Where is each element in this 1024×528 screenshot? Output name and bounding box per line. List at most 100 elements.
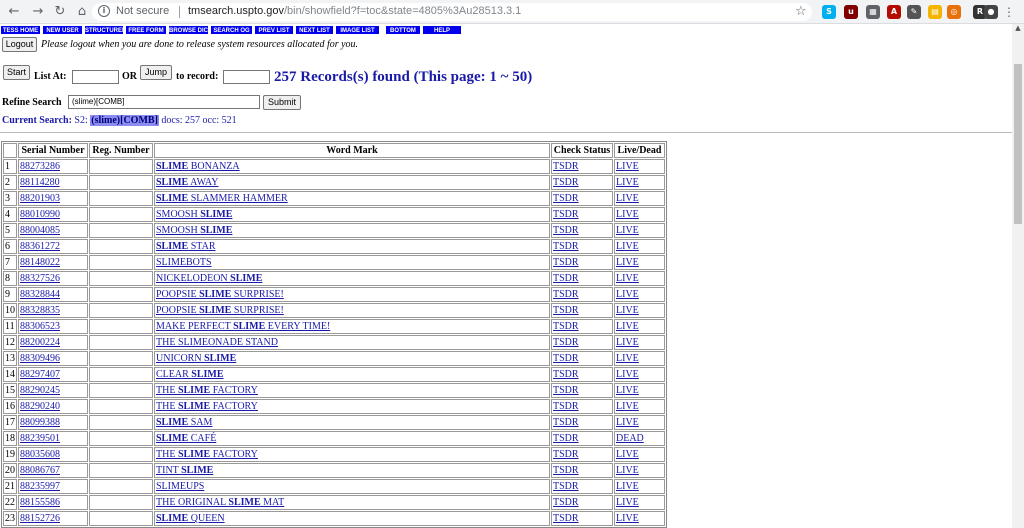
toolbar-button-search-og[interactable]: SEARCH OG	[210, 25, 253, 35]
tsdr-link[interactable]: TSDR	[553, 353, 579, 364]
to-record-input[interactable]	[223, 70, 270, 84]
serial-number-link[interactable]: 88309496	[20, 353, 60, 364]
tsdr-link[interactable]: TSDR	[553, 289, 579, 300]
tsdr-link[interactable]: TSDR	[553, 401, 579, 412]
serial-number-link[interactable]: 88273286	[20, 161, 60, 172]
word-mark-link[interactable]: SLIMEUPS	[156, 481, 204, 492]
word-mark-link[interactable]: SLIME SLAMMER HAMMER	[156, 193, 288, 204]
orange-extension-icon[interactable]: ◎	[947, 5, 961, 19]
live-dead-link[interactable]: LIVE	[616, 193, 639, 204]
live-dead-link[interactable]: LIVE	[616, 513, 639, 524]
live-dead-link[interactable]: LIVE	[616, 209, 639, 220]
live-dead-link[interactable]: LIVE	[616, 481, 639, 492]
toolbar-button-next-list[interactable]: NEXT LIST	[295, 25, 334, 35]
word-mark-link[interactable]: THE SLIME FACTORY	[156, 401, 258, 412]
word-mark-link[interactable]: THE SLIMEONADE STAND	[156, 337, 278, 348]
address-bar[interactable]: i Not secure tmsearch.uspto.gov/bin/show…	[92, 3, 812, 21]
scroll-thumb[interactable]	[1014, 64, 1022, 224]
word-mark-link[interactable]: SLIME SAM	[156, 417, 212, 428]
word-mark-link[interactable]: SLIME STAR	[156, 241, 216, 252]
scroll-up-arrow-icon[interactable]: ▲	[1014, 24, 1022, 32]
tsdr-link[interactable]: TSDR	[553, 321, 579, 332]
info-icon[interactable]: i	[98, 5, 110, 17]
word-mark-link[interactable]: SMOOSH SLIME	[156, 209, 232, 220]
list-at-input[interactable]	[72, 70, 119, 84]
live-dead-link[interactable]: LIVE	[616, 225, 639, 236]
live-dead-link[interactable]: LIVE	[616, 161, 639, 172]
serial-number-link[interactable]: 88235997	[20, 481, 60, 492]
toolbar-button-help[interactable]: HELP	[422, 25, 462, 35]
bookmark-star-icon[interactable]: ☆	[795, 4, 807, 20]
serial-number-link[interactable]: 88327526	[20, 273, 60, 284]
vertical-scrollbar[interactable]: ▲	[1012, 24, 1024, 528]
live-dead-link[interactable]: LIVE	[616, 289, 639, 300]
serial-number-link[interactable]: 88290240	[20, 401, 60, 412]
serial-number-link[interactable]: 88297407	[20, 369, 60, 380]
word-mark-link[interactable]: THE ORIGINAL SLIME MAT	[156, 497, 284, 508]
live-dead-link[interactable]: LIVE	[616, 257, 639, 268]
word-mark-link[interactable]: POOPSIE SLIME SURPRISE!	[156, 289, 284, 300]
refine-search-input[interactable]: (slime)[COMB]	[68, 95, 260, 109]
word-mark-link[interactable]: SLIME AWAY	[156, 177, 218, 188]
profile-avatar[interactable]: ●	[984, 5, 998, 19]
live-dead-link[interactable]: LIVE	[616, 497, 639, 508]
live-dead-link[interactable]: LIVE	[616, 241, 639, 252]
toolbar-button-tess-home[interactable]: TESS HOME	[0, 25, 41, 35]
live-dead-link[interactable]: LIVE	[616, 449, 639, 460]
serial-number-link[interactable]: 88004085	[20, 225, 60, 236]
serial-number-link[interactable]: 88239501	[20, 433, 60, 444]
tsdr-link[interactable]: TSDR	[553, 337, 579, 348]
word-mark-link[interactable]: TINT SLIME	[156, 465, 213, 476]
word-mark-link[interactable]: SLIME QUEEN	[156, 513, 225, 524]
tsdr-link[interactable]: TSDR	[553, 225, 579, 236]
word-mark-link[interactable]: UNICORN SLIME	[156, 353, 236, 364]
live-dead-link[interactable]: LIVE	[616, 321, 639, 332]
toolbar-button-image-list[interactable]: IMAGE LIST	[335, 25, 380, 35]
tsdr-link[interactable]: TSDR	[553, 449, 579, 460]
serial-number-link[interactable]: 88155586	[20, 497, 60, 508]
serial-number-link[interactable]: 88201903	[20, 193, 60, 204]
word-mark-link[interactable]: SLIME BONANZA	[156, 161, 240, 172]
serial-number-link[interactable]: 88361272	[20, 241, 60, 252]
word-mark-link[interactable]: THE SLIME FACTORY	[156, 449, 258, 460]
reload-icon[interactable]: ↻	[52, 4, 68, 20]
url-text[interactable]: tmsearch.uspto.gov/bin/showfield?f=toc&s…	[188, 5, 521, 17]
tsdr-link[interactable]: TSDR	[553, 209, 579, 220]
word-mark-link[interactable]: NICKELODEON SLIME	[156, 273, 262, 284]
word-mark-link[interactable]: SLIMEBOTS	[156, 257, 212, 268]
serial-number-link[interactable]: 88099388	[20, 417, 60, 428]
jump-button[interactable]: Jump	[140, 65, 172, 80]
tsdr-link[interactable]: TSDR	[553, 417, 579, 428]
word-mark-link[interactable]: POOPSIE SLIME SURPRISE!	[156, 305, 284, 316]
tsdr-link[interactable]: TSDR	[553, 177, 579, 188]
serial-number-link[interactable]: 88306523	[20, 321, 60, 332]
live-dead-link[interactable]: LIVE	[616, 465, 639, 476]
back-arrow-icon[interactable]: ←	[6, 4, 22, 20]
tsdr-link[interactable]: TSDR	[553, 369, 579, 380]
serial-number-link[interactable]: 88290245	[20, 385, 60, 396]
tsdr-link[interactable]: TSDR	[553, 465, 579, 476]
tsdr-link[interactable]: TSDR	[553, 161, 579, 172]
toolbar-button-structured[interactable]: STRUCTURED	[84, 25, 124, 35]
live-dead-link[interactable]: LIVE	[616, 369, 639, 380]
edit-icon[interactable]: ✎	[907, 5, 921, 19]
toolbar-button-prev-list[interactable]: PREV LIST	[254, 25, 294, 35]
serial-number-link[interactable]: 88114280	[20, 177, 60, 188]
tsdr-link[interactable]: TSDR	[553, 241, 579, 252]
pdf-icon[interactable]: A	[887, 5, 901, 19]
toolbar-button-browse-dict[interactable]: BROWSE DICT	[168, 25, 209, 35]
live-dead-link[interactable]: LIVE	[616, 353, 639, 364]
live-dead-link[interactable]: LIVE	[616, 385, 639, 396]
serial-number-link[interactable]: 88328835	[20, 305, 60, 316]
word-mark-link[interactable]: SLIME CAFÉ	[156, 433, 216, 444]
word-mark-link[interactable]: THE SLIME FACTORY	[156, 385, 258, 396]
tsdr-link[interactable]: TSDR	[553, 273, 579, 284]
tsdr-link[interactable]: TSDR	[553, 513, 579, 524]
tsdr-link[interactable]: TSDR	[553, 385, 579, 396]
live-dead-link[interactable]: LIVE	[616, 305, 639, 316]
home-icon[interactable]: ⌂	[74, 4, 90, 20]
start-button[interactable]: Start	[3, 65, 30, 80]
live-dead-link[interactable]: LIVE	[616, 177, 639, 188]
serial-number-link[interactable]: 88328844	[20, 289, 60, 300]
tsdr-link[interactable]: TSDR	[553, 193, 579, 204]
